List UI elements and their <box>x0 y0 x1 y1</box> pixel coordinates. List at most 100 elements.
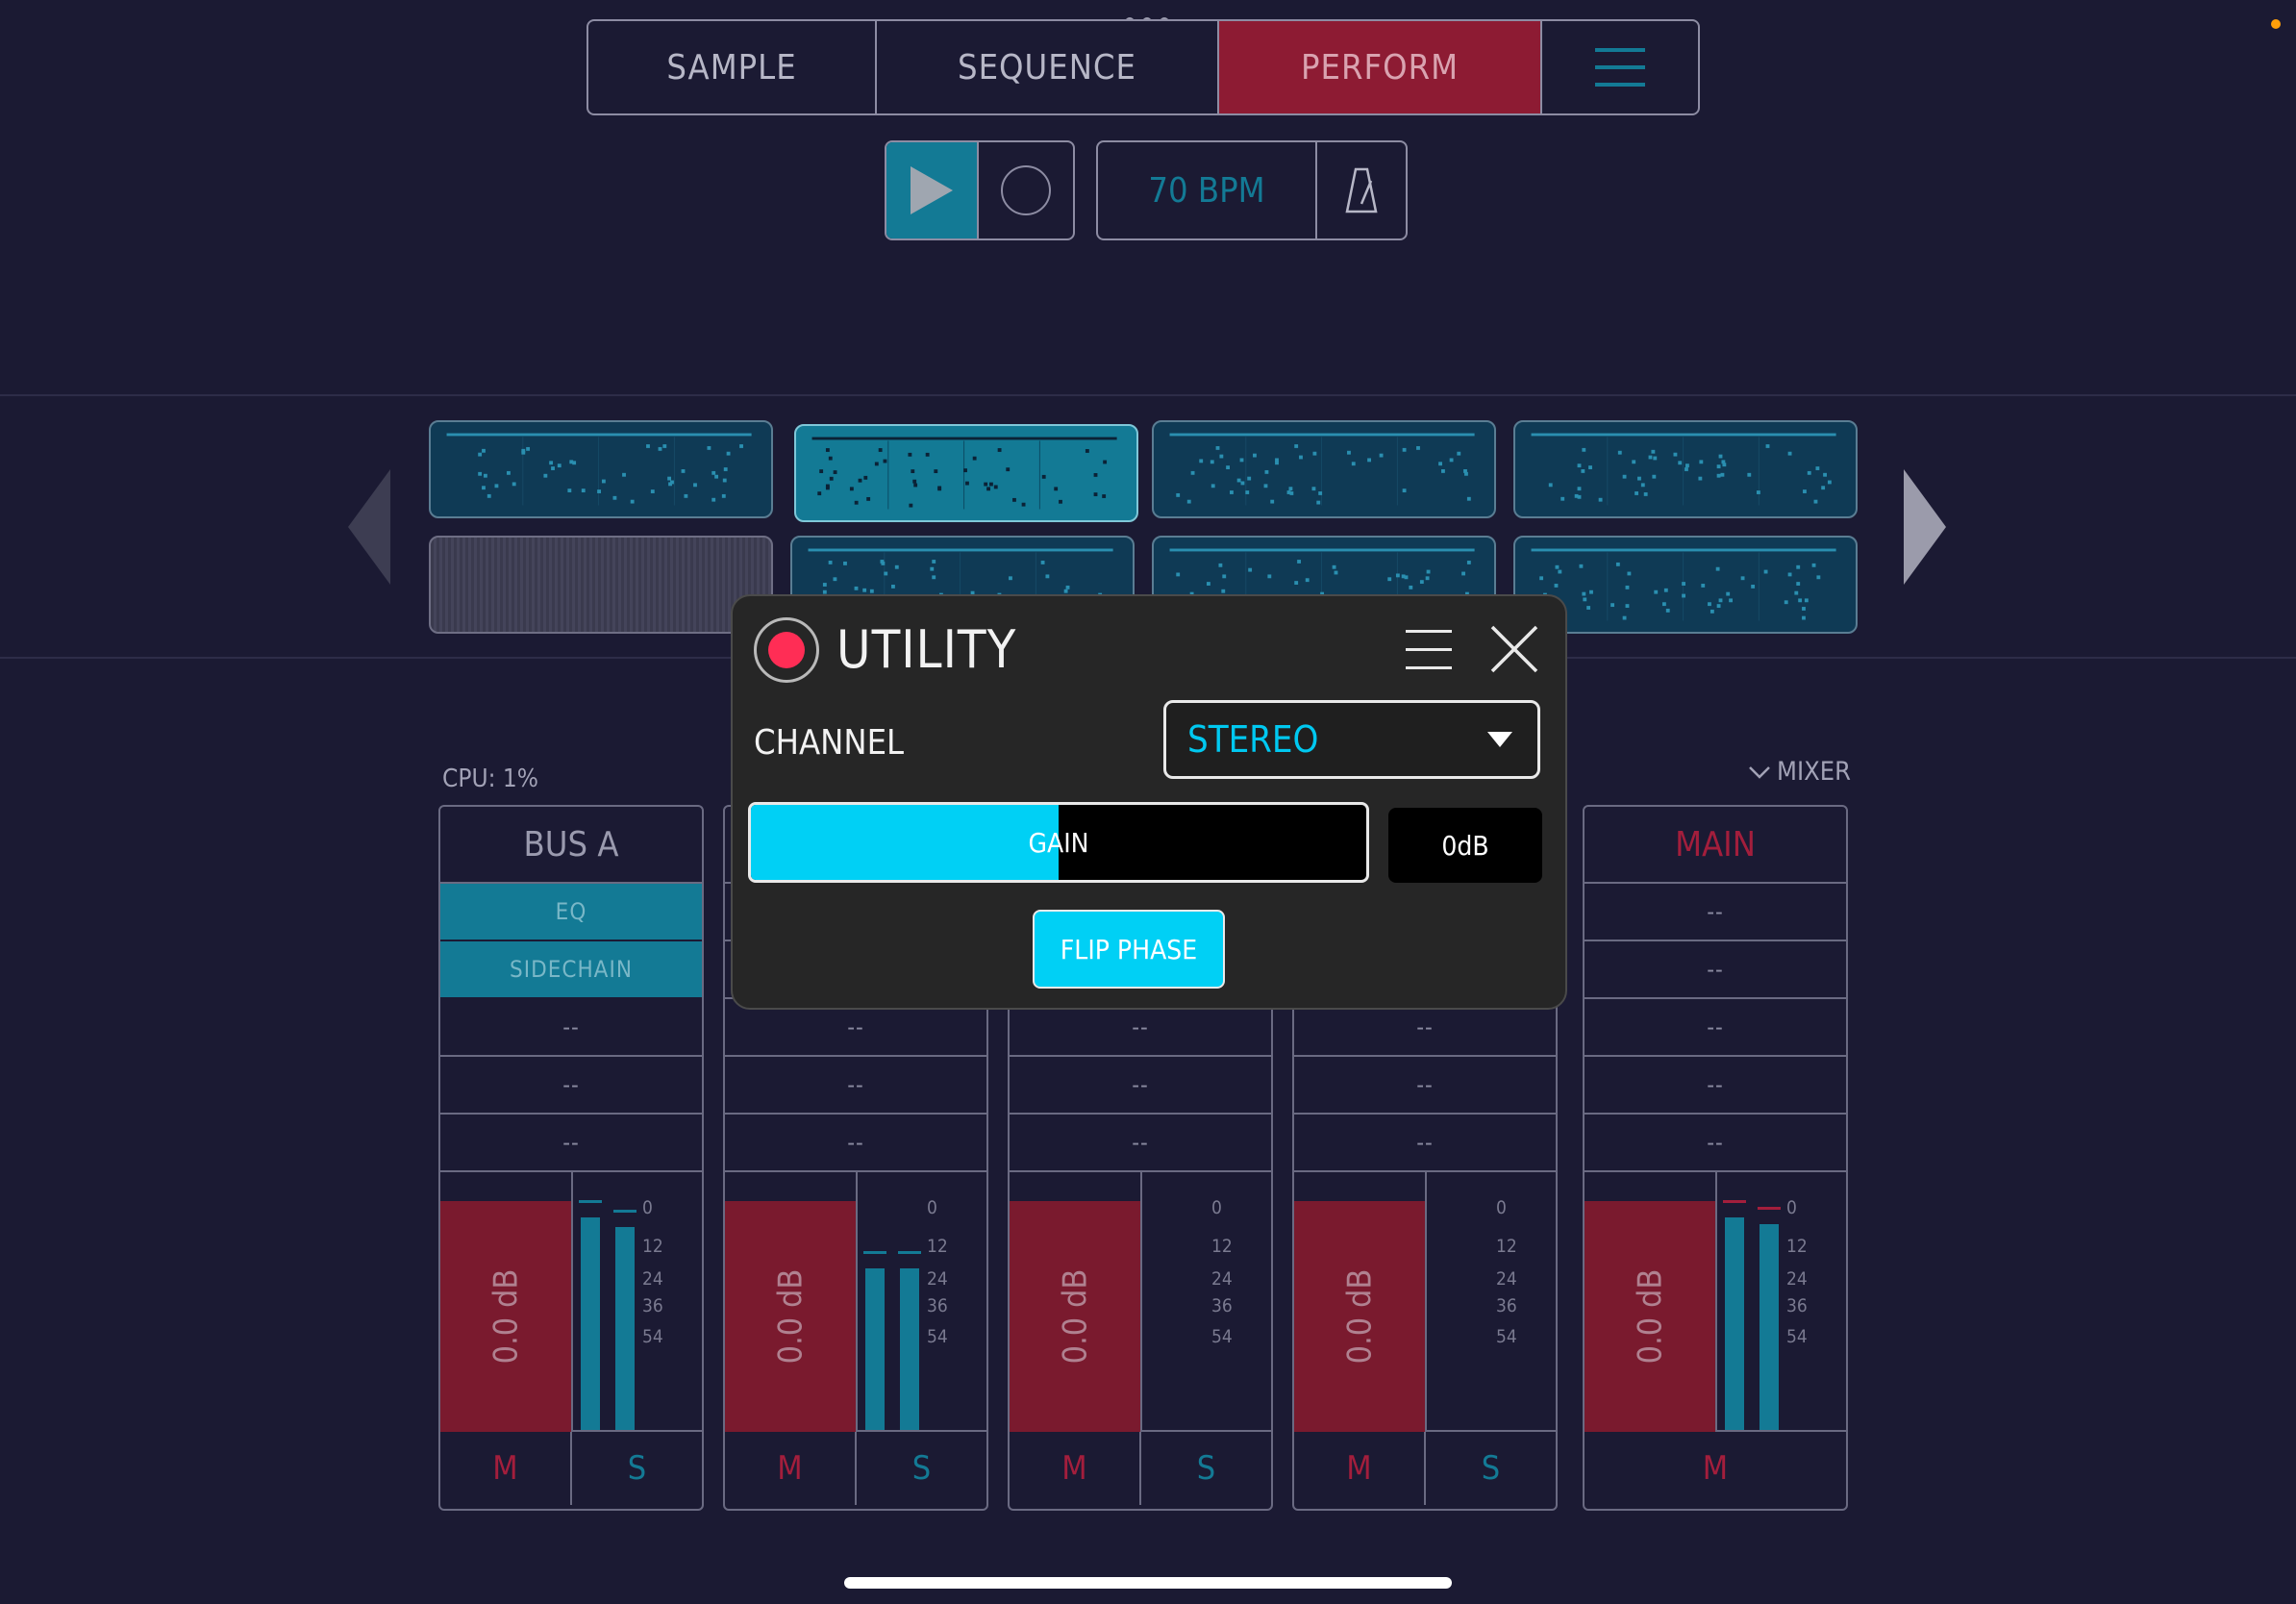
play-icon <box>911 166 953 214</box>
level-meter-area: 0.0 dB 0 12 24 36 54 <box>725 1172 986 1432</box>
meter-scale-label: 12 <box>642 1236 663 1257</box>
mute-button[interactable]: M <box>1585 1432 1846 1505</box>
effect-slot[interactable]: -- <box>1010 1115 1271 1172</box>
fader-value: 0.0 dB <box>1631 1268 1669 1365</box>
fader-value: 0.0 dB <box>1340 1268 1379 1365</box>
meter-divider <box>571 1172 573 1430</box>
channel-strip: BUS A EQ SIDECHAIN -- -- -- 0.0 dB 0 12 24 36 54 M S <box>438 805 704 1511</box>
effect-slot[interactable]: -- <box>1585 1057 1846 1115</box>
meter-scale-label: 54 <box>927 1326 948 1347</box>
channel-dropdown[interactable]: STEREO <box>1163 700 1540 779</box>
channel-label: CHANNEL <box>754 723 905 763</box>
tab-sequence[interactable]: SEQUENCE <box>877 21 1219 113</box>
effect-slot[interactable]: -- <box>1294 1057 1556 1115</box>
effect-slot[interactable]: -- <box>1294 1115 1556 1172</box>
effect-slot[interactable]: -- <box>725 1057 986 1115</box>
channel-name[interactable]: BUS A <box>440 807 702 884</box>
effect-slot[interactable]: -- <box>440 1115 702 1172</box>
channel-name[interactable]: MAIN <box>1585 807 1846 884</box>
mute-solo-row: MS <box>440 1432 702 1505</box>
tempo-button[interactable]: 70 BPM <box>1098 142 1317 238</box>
meter-bar <box>581 1217 600 1430</box>
effect-slot[interactable]: -- <box>440 1057 702 1115</box>
effect-slot[interactable]: -- <box>1585 941 1846 999</box>
solo-button[interactable]: S <box>855 1432 986 1505</box>
effect-slot[interactable]: -- <box>1010 1057 1271 1115</box>
scroll-right-arrow-icon[interactable] <box>1904 469 1946 585</box>
meter-bar <box>865 1268 885 1430</box>
meter-scale-label: 24 <box>927 1268 948 1290</box>
clip-pattern-thumbnail <box>1531 433 1836 506</box>
meter-scale-label: 0 <box>1786 1197 1797 1218</box>
clip-slot-selected[interactable] <box>794 424 1138 522</box>
fader-value: 0.0 dB <box>487 1268 525 1365</box>
solo-button[interactable]: S <box>1424 1432 1556 1505</box>
effect-slot[interactable]: -- <box>440 999 702 1057</box>
mute-solo-row: MS <box>1294 1432 1556 1505</box>
clip-slot[interactable] <box>1513 420 1858 518</box>
meter-bar <box>1759 1224 1779 1430</box>
play-button[interactable] <box>886 142 979 238</box>
solo-button[interactable]: S <box>570 1432 702 1505</box>
channel-value: STEREO <box>1187 718 1319 761</box>
clip-slot[interactable] <box>1152 420 1496 518</box>
mute-button[interactable]: M <box>725 1432 855 1505</box>
mute-solo-row: MS <box>725 1432 986 1505</box>
meter-scale-label: 36 <box>1786 1295 1808 1316</box>
mute-button[interactable]: M <box>1010 1432 1139 1505</box>
clip-pattern-thumbnail <box>811 437 1117 510</box>
meter-peak-hold <box>613 1210 636 1213</box>
mute-solo-row: M <box>1585 1432 1846 1505</box>
gain-value-field[interactable]: 0dB <box>1388 808 1542 883</box>
utility-menu-button[interactable] <box>1406 627 1452 673</box>
meter-scale-label: 24 <box>1786 1268 1808 1290</box>
scroll-left-arrow-icon[interactable] <box>348 469 390 585</box>
hamburger-menu-icon <box>1406 630 1452 669</box>
tempo-control: 70 BPM <box>1096 140 1408 240</box>
utility-enable-button[interactable] <box>754 617 819 683</box>
record-button[interactable] <box>979 142 1073 238</box>
fader-value: 0.0 dB <box>1056 1268 1094 1365</box>
transport-controls <box>885 140 1075 240</box>
mute-button[interactable]: M <box>440 1432 570 1505</box>
mixer-toggle[interactable]: MIXER <box>1748 757 1851 787</box>
meter-divider <box>1425 1172 1427 1430</box>
home-indicator <box>844 1577 1452 1589</box>
meter-scale-label: 54 <box>1786 1326 1808 1347</box>
utility-close-button[interactable] <box>1488 623 1540 675</box>
utility-title: UTILITY <box>836 619 1017 680</box>
solo-button[interactable]: S <box>1139 1432 1271 1505</box>
clip-pattern-thumbnail <box>446 433 752 506</box>
meter-scale-label: 0 <box>1496 1197 1507 1218</box>
meter-peak-hold <box>898 1251 921 1254</box>
tab-perform[interactable]: PERFORM <box>1219 21 1542 113</box>
clip-slot-empty[interactable] <box>429 536 773 634</box>
meter-scale-label: 0 <box>927 1197 937 1218</box>
meter-peak-hold <box>579 1200 602 1203</box>
record-icon <box>1001 165 1051 215</box>
meter-bar <box>615 1227 635 1430</box>
meter-scale-label: 12 <box>927 1236 948 1257</box>
main-menu-button[interactable] <box>1542 21 1698 113</box>
effect-slot[interactable]: -- <box>725 1115 986 1172</box>
chevron-down-icon <box>1749 765 1770 779</box>
record-dot-icon <box>768 632 805 668</box>
tab-sample[interactable]: SAMPLE <box>588 21 877 113</box>
gain-slider[interactable]: GAIN <box>748 802 1369 883</box>
effect-slot[interactable]: -- <box>1585 884 1846 941</box>
close-icon <box>1490 625 1538 673</box>
flip-phase-button[interactable]: FLIP PHASE <box>1033 910 1225 989</box>
divider <box>0 394 2296 396</box>
effect-slot[interactable]: -- <box>1585 1115 1846 1172</box>
gain-label: GAIN <box>1028 826 1089 859</box>
effect-slot[interactable]: SIDECHAIN <box>440 941 702 999</box>
meter-divider <box>1715 1172 1717 1430</box>
clip-slot[interactable] <box>429 420 773 518</box>
mute-button[interactable]: M <box>1294 1432 1424 1505</box>
meter-bar <box>1725 1217 1744 1430</box>
effect-slot[interactable]: EQ <box>440 884 702 941</box>
meter-scale-label: 36 <box>1211 1295 1233 1316</box>
fader-value-wrap: 0.0 dB <box>725 1201 856 1432</box>
effect-slot[interactable]: -- <box>1585 999 1846 1057</box>
metronome-button[interactable] <box>1317 142 1406 238</box>
